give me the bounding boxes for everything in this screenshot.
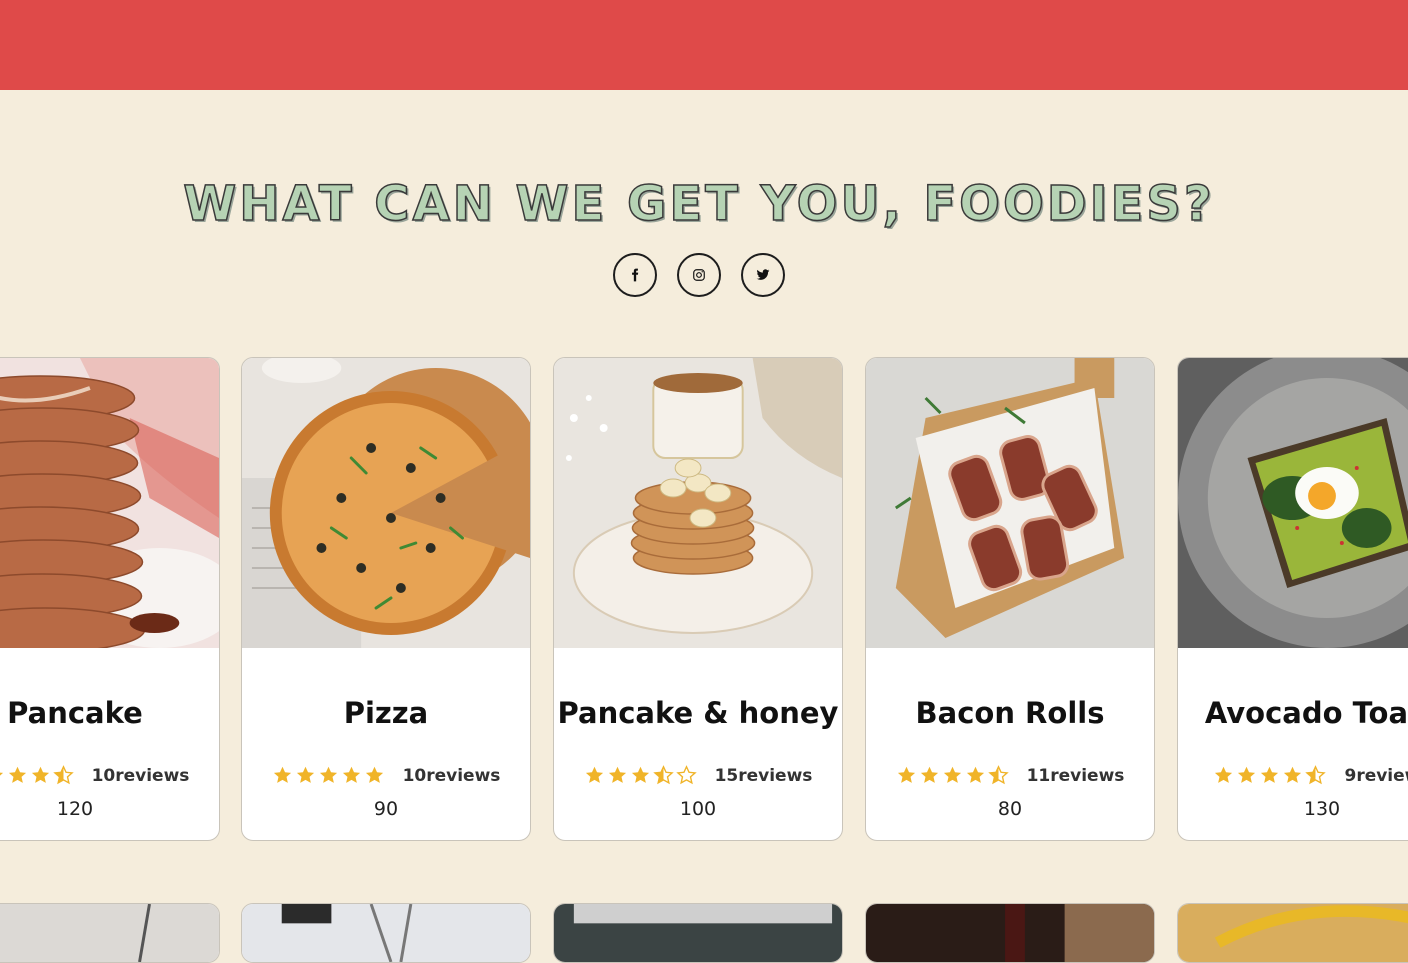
- food-name: Bacon Rolls: [915, 696, 1105, 730]
- pancake-stack-photo: [0, 358, 219, 648]
- star-rating: [896, 765, 1009, 786]
- star-full-icon: [1215, 766, 1233, 783]
- food-name: Pancake: [7, 696, 143, 730]
- star-full-icon: [585, 766, 603, 783]
- food-price: 80: [997, 798, 1023, 820]
- food-card[interactable]: Avocado Toast 9reviews 130: [1177, 357, 1408, 841]
- star-full-icon: [1238, 766, 1256, 783]
- star-full-icon: [365, 766, 383, 783]
- food-name: Avocado Toast: [1204, 696, 1408, 730]
- rating-row: 9reviews: [1178, 765, 1408, 786]
- star-full-icon: [8, 766, 26, 783]
- twitter-icon: [756, 269, 770, 280]
- food-card-partial[interactable]: [865, 903, 1155, 963]
- food-card-partial[interactable]: [241, 903, 531, 963]
- star-rating: [1213, 765, 1327, 786]
- food-card-partial[interactable]: [1177, 903, 1408, 963]
- review-count: 11reviews: [1026, 765, 1125, 786]
- food-card[interactable]: Pancake 10reviews 120: [0, 357, 220, 841]
- review-count: 9reviews: [1344, 765, 1408, 786]
- food-price: 90: [373, 798, 399, 820]
- star-full-icon: [31, 766, 49, 783]
- food-name: Pancake & honey: [557, 696, 839, 730]
- rating-row: 11reviews: [866, 765, 1154, 786]
- star-rating: [0, 765, 74, 786]
- review-count: 15reviews: [714, 765, 813, 786]
- food-card[interactable]: Pancake & honey 15reviews 100: [553, 357, 843, 841]
- star-rating: [272, 765, 385, 786]
- star-full-icon: [1284, 766, 1302, 783]
- top-header-bar: [0, 0, 1408, 90]
- star-half-icon: [52, 765, 74, 785]
- star-full-icon: [966, 766, 984, 783]
- section-heading: What can we get you, foodies?: [183, 175, 1215, 233]
- star-full-icon: [608, 766, 626, 783]
- rating-row: 10reviews: [0, 765, 219, 786]
- instagram-icon: [693, 269, 705, 281]
- food-price: 130: [1303, 798, 1341, 820]
- food-card-partial[interactable]: [553, 903, 843, 963]
- star-full-icon: [296, 766, 314, 783]
- star-half-icon: [987, 765, 1009, 785]
- food-card[interactable]: Bacon Rolls 11reviews 80: [865, 357, 1155, 841]
- star-full-icon: [920, 766, 938, 783]
- star-empty-icon: [675, 765, 697, 785]
- star-full-icon: [897, 766, 915, 783]
- star-full-icon: [1261, 766, 1279, 783]
- instagram-button[interactable]: [677, 253, 721, 297]
- avocado-toast-photo: [1178, 358, 1408, 648]
- star-full-icon: [943, 766, 961, 783]
- pizza-photo: [242, 358, 530, 648]
- food-card[interactable]: Pizza 10reviews 90: [241, 357, 531, 841]
- star-full-icon: [273, 766, 291, 783]
- food-price: 120: [56, 798, 94, 820]
- rating-row: 15reviews: [554, 765, 842, 786]
- star-full-icon: [631, 766, 649, 783]
- facebook-icon: [632, 268, 639, 282]
- star-half-icon: [1305, 765, 1327, 785]
- star-full-icon: [0, 772, 3, 776]
- pancake-banana-photo: [554, 358, 842, 648]
- bacon-rolls-photo: [866, 358, 1154, 648]
- star-full-icon: [342, 766, 360, 783]
- review-count: 10reviews: [402, 765, 501, 786]
- food-card-partial[interactable]: [0, 903, 220, 963]
- facebook-button[interactable]: [613, 253, 657, 297]
- food-name: Pizza: [343, 696, 429, 730]
- twitter-button[interactable]: [741, 253, 785, 297]
- star-half-icon: [652, 765, 674, 785]
- review-count: 10reviews: [91, 765, 190, 786]
- rating-row: 10reviews: [242, 765, 530, 786]
- star-rating: [584, 765, 697, 786]
- star-full-icon: [319, 766, 337, 783]
- food-price: 100: [679, 798, 717, 820]
- social-links: [613, 253, 785, 297]
